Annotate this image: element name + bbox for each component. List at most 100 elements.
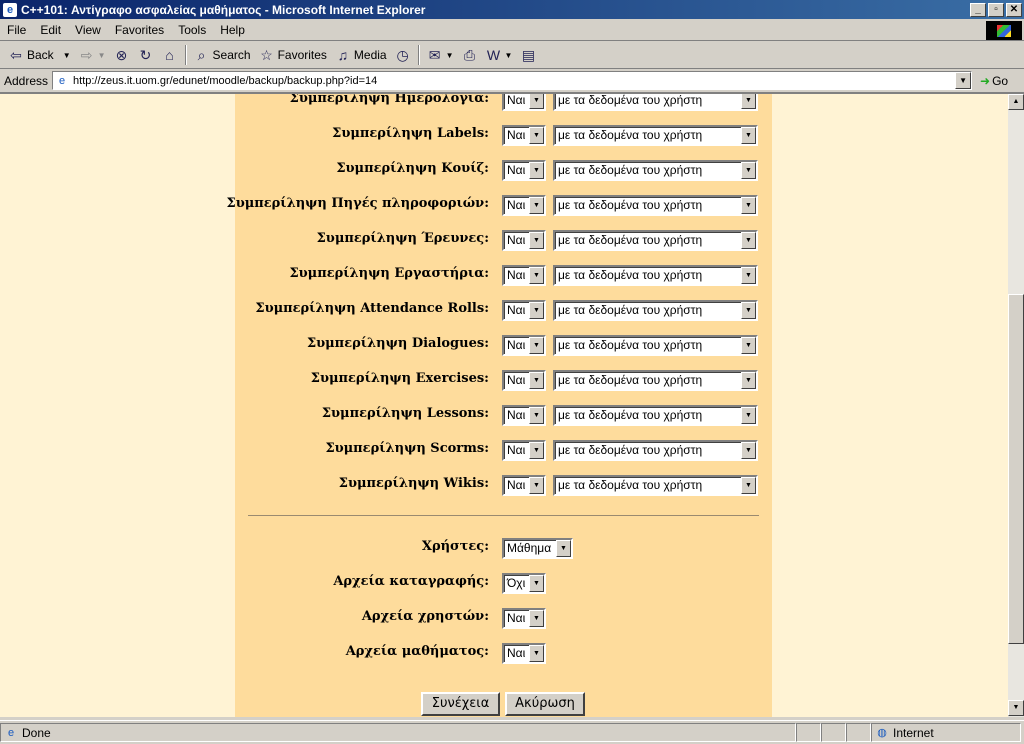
userdata-value: με τα δεδομένα του χρήστη: [558, 268, 703, 282]
address-input[interactable]: e http://zeus.it.uom.gr/edunet/moodle/ba…: [52, 71, 973, 90]
status-main: e Done: [0, 723, 796, 742]
module-label: Συμπερίληψη Labels:: [332, 126, 489, 141]
page-icon: e: [58, 74, 66, 87]
word-icon: W: [486, 47, 501, 63]
stop-icon: ⊗: [115, 47, 128, 63]
userdata-select[interactable]: με τα δεδομένα του χρήστη ▼: [553, 125, 758, 146]
logs-select[interactable]: Όχι ▼: [502, 573, 546, 594]
favorites-label: Favorites: [277, 48, 327, 62]
userdata-select[interactable]: με τα δεδομένα του χρήστη ▼: [553, 405, 758, 426]
home-button[interactable]: ⌂: [158, 44, 182, 66]
userdata-select[interactable]: με τα δεδομένα του χρήστη ▼: [553, 370, 758, 391]
userdata-select[interactable]: με τα δεδομένα του χρήστη ▼: [553, 93, 758, 111]
refresh-button[interactable]: ↻: [134, 44, 158, 66]
include-select[interactable]: Ναι ▼: [502, 475, 546, 496]
coursefiles-value: Ναι: [507, 646, 526, 660]
mail-button[interactable]: ✉ ▼: [423, 44, 458, 66]
dropdown-arrow-icon: ▼: [529, 645, 544, 662]
include-select[interactable]: Ναι ▼: [502, 405, 546, 426]
menubar: File Edit View Favorites Tools Help: [0, 19, 1024, 41]
discuss-button[interactable]: ▤: [516, 44, 540, 66]
include-select[interactable]: Ναι ▼: [502, 335, 546, 356]
include-value: Ναι: [507, 268, 526, 282]
userdata-value: με τα δεδομένα του χρήστη: [558, 93, 703, 107]
include-select[interactable]: Ναι ▼: [502, 94, 546, 111]
menu-view[interactable]: View: [68, 23, 108, 37]
userfiles-select[interactable]: Ναι ▼: [502, 608, 546, 629]
search-button[interactable]: ⌕ Search: [190, 44, 255, 66]
search-label: Search: [212, 48, 251, 62]
include-select[interactable]: Ναι ▼: [502, 300, 546, 321]
include-select[interactable]: Ναι ▼: [502, 370, 546, 391]
include-select[interactable]: Ναι ▼: [502, 265, 546, 286]
address-label: Address: [4, 73, 49, 88]
userdata-select[interactable]: με τα δεδομένα του χρήστη ▼: [553, 230, 758, 251]
menu-file[interactable]: File: [0, 23, 33, 37]
history-button[interactable]: ◷: [391, 44, 415, 66]
back-dropdown-icon[interactable]: ▼: [63, 51, 71, 60]
media-button[interactable]: ♫ Media: [331, 44, 391, 66]
logs-label: Αρχεία καταγραφής:: [333, 574, 489, 589]
scroll-down-icon[interactable]: ▼: [1008, 700, 1024, 716]
cancel-button[interactable]: Ακύρωση: [505, 692, 585, 716]
userdata-select[interactable]: με τα δεδομένα του χρήστη ▼: [553, 195, 758, 216]
include-select[interactable]: Ναι ▼: [502, 160, 546, 181]
maximize-button[interactable]: ▫: [988, 2, 1004, 17]
go-button[interactable]: ➜ Go: [980, 74, 1008, 88]
continue-button[interactable]: Συνέχεια: [421, 692, 500, 716]
scroll-thumb[interactable]: [1008, 294, 1024, 644]
ie-icon: e: [3, 2, 17, 17]
userdata-select[interactable]: με τα δεδομένα του χρήστη ▼: [553, 335, 758, 356]
back-button[interactable]: ⇦ Back ▼: [4, 44, 75, 66]
include-select[interactable]: Ναι ▼: [502, 440, 546, 461]
userdata-select[interactable]: με τα δεδομένα του χρήστη ▼: [553, 265, 758, 286]
option-row-coursefiles: Αρχεία μαθήματος: Ναι ▼: [235, 641, 772, 665]
address-dropdown-icon[interactable]: ▼: [955, 72, 972, 89]
include-value: Ναι: [507, 478, 526, 492]
option-row-users: Χρήστες: Μάθημα ▼: [235, 536, 772, 560]
vertical-scrollbar[interactable]: ▲ ▼: [1008, 93, 1024, 717]
back-arrow-icon: ⇦: [10, 47, 22, 63]
toolbar: ⇦ Back ▼ ⇨ ▼ ⊗ ↻ ⌂ ⌕ Search ☆ Favorites …: [0, 42, 1024, 69]
coursefiles-select[interactable]: Ναι ▼: [502, 643, 546, 664]
module-label: Συμπερίληψη Scorms:: [325, 441, 489, 456]
menu-edit[interactable]: Edit: [33, 23, 68, 37]
menu-favorites[interactable]: Favorites: [108, 23, 171, 37]
module-row: Συμπερίληψη Ημερολόγια: Ναι ▼ με τα δεδομ…: [235, 93, 772, 112]
dropdown-arrow-icon: ▼: [529, 197, 544, 214]
include-select[interactable]: Ναι ▼: [502, 195, 546, 216]
userdata-select[interactable]: με τα δεδομένα του χρήστη ▼: [553, 160, 758, 181]
logs-value: Όχι: [507, 576, 526, 590]
include-select[interactable]: Ναι ▼: [502, 230, 546, 251]
address-url[interactable]: http://zeus.it.uom.gr/edunet/moodle/back…: [73, 75, 955, 87]
dropdown-arrow-icon: ▼: [741, 477, 756, 494]
include-select[interactable]: Ναι ▼: [502, 125, 546, 146]
close-button[interactable]: ✕: [1006, 2, 1022, 17]
userdata-select[interactable]: με τα δεδομένα του χρήστη ▼: [553, 300, 758, 321]
menu-tools[interactable]: Tools: [171, 23, 213, 37]
refresh-icon: ↻: [139, 47, 152, 63]
menu-help[interactable]: Help: [213, 23, 252, 37]
users-value: Μάθημα: [507, 541, 552, 555]
print-button[interactable]: ⎙: [458, 44, 482, 66]
forward-arrow-icon: ⇨: [80, 47, 93, 63]
globe-icon: ◍: [877, 726, 887, 739]
userdata-select[interactable]: με τα δεδομένα του χρήστη ▼: [553, 475, 758, 496]
dropdown-arrow-icon: ▼: [741, 94, 756, 109]
userdata-select[interactable]: με τα δεδομένα του χρήστη ▼: [553, 440, 758, 461]
page-done-icon: e: [7, 726, 15, 739]
favorites-icon: ☆: [260, 47, 273, 63]
stop-button[interactable]: ⊗: [110, 44, 134, 66]
favorites-button[interactable]: ☆ Favorites: [255, 44, 331, 66]
userdata-value: με τα δεδομένα του χρήστη: [558, 198, 703, 212]
dropdown-arrow-icon: ▼: [529, 442, 544, 459]
forward-dropdown-icon[interactable]: ▼: [98, 51, 106, 60]
minimize-button[interactable]: _: [970, 2, 986, 17]
scroll-up-icon[interactable]: ▲: [1008, 94, 1024, 110]
include-value: Ναι: [507, 233, 526, 247]
window-titlebar: e C++101: Αντίγραφο ασφαλείας μαθήματος …: [0, 0, 1024, 19]
forward-button[interactable]: ⇨ ▼: [75, 44, 110, 66]
edit-button[interactable]: W ▼: [482, 44, 517, 66]
dropdown-arrow-icon: ▼: [741, 442, 756, 459]
users-select[interactable]: Μάθημα ▼: [502, 538, 573, 559]
